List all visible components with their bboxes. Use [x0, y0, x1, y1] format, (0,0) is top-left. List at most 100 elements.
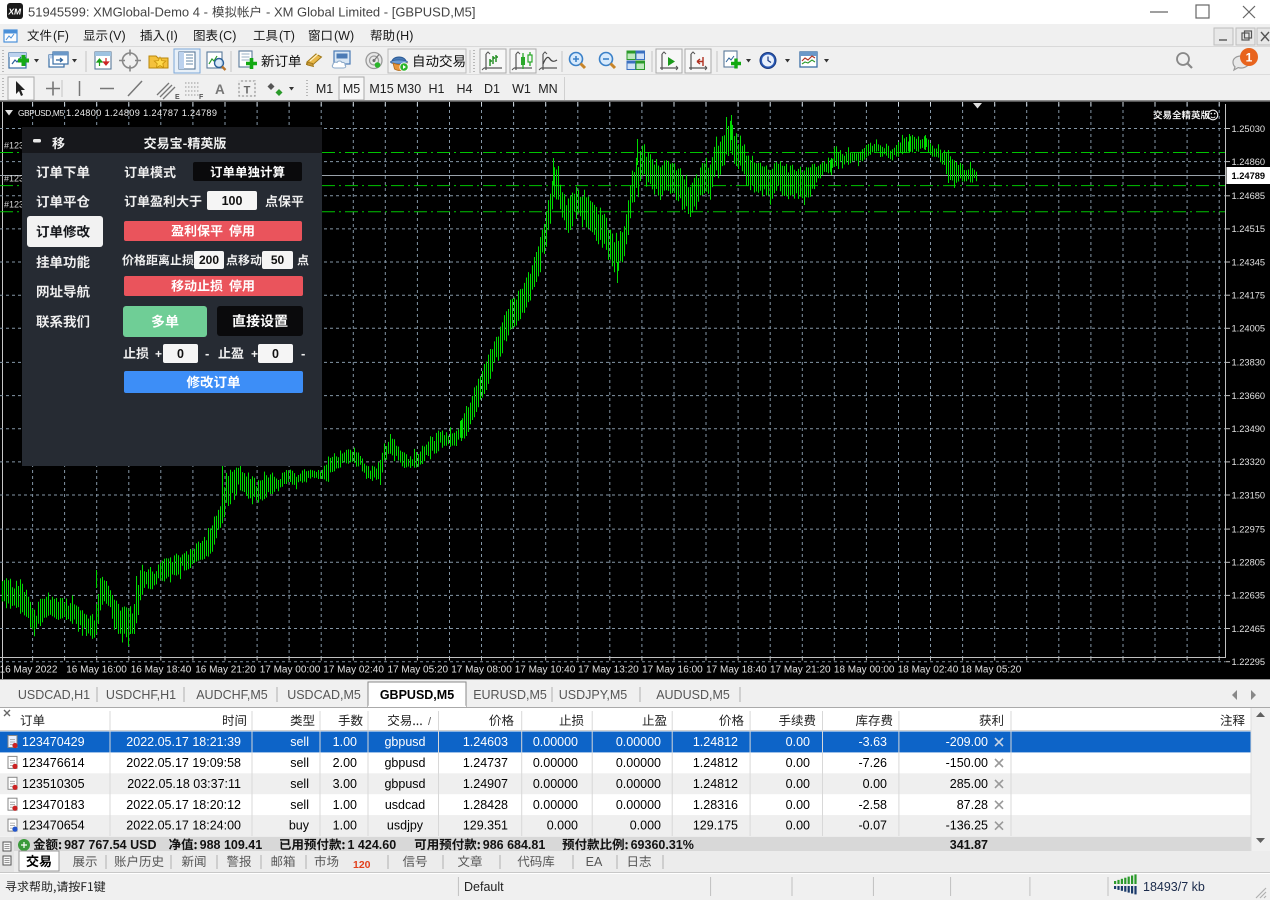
svg-text:M15: M15 — [369, 82, 393, 96]
svg-text:1.24175: 1.24175 — [1232, 291, 1266, 301]
svg-text:sell: sell — [290, 798, 309, 812]
svg-text:H1: H1 — [429, 82, 445, 96]
svg-text:1.24515: 1.24515 — [1232, 224, 1266, 234]
svg-text:(W): (W) — [334, 29, 354, 43]
svg-text:0.00000: 0.00000 — [533, 777, 578, 791]
svg-text:H4: H4 — [457, 82, 473, 96]
svg-text:1.00: 1.00 — [333, 798, 357, 812]
svg-text:1.28316: 1.28316 — [693, 798, 738, 812]
svg-text:1.22805: 1.22805 — [1232, 558, 1266, 568]
svg-text:GBPUSD,M5: GBPUSD,M5 — [380, 688, 454, 702]
svg-text:2022.05.17 18:20:12: 2022.05.17 18:20:12 — [126, 798, 241, 812]
svg-text:17 May 08:00: 17 May 08:00 — [451, 665, 512, 676]
svg-text:XM: XM — [8, 7, 22, 17]
svg-text:0: 0 — [272, 347, 279, 361]
svg-text:EA: EA — [586, 855, 603, 869]
svg-text:1.23830: 1.23830 — [1232, 358, 1266, 368]
svg-text:18 May 05:20: 18 May 05:20 — [961, 665, 1022, 676]
svg-text:0.00000: 0.00000 — [533, 798, 578, 812]
svg-text:1.22465: 1.22465 — [1232, 624, 1266, 634]
svg-text:0.00: 0.00 — [786, 756, 810, 770]
svg-text:-136.25: -136.25 — [946, 819, 988, 833]
svg-text:123470429: 123470429 — [22, 735, 85, 749]
svg-text:M1: M1 — [316, 82, 333, 96]
svg-text:18 May 00:00: 18 May 00:00 — [834, 665, 895, 676]
svg-text:3.00: 3.00 — [333, 777, 357, 791]
svg-text:usdjpy: usdjpy — [387, 819, 424, 833]
svg-text:AUDCHF,M5: AUDCHF,M5 — [196, 688, 268, 702]
svg-text:0.00000: 0.00000 — [616, 756, 661, 770]
svg-text:-0.07: -0.07 — [859, 819, 888, 833]
svg-text:gbpusd: gbpusd — [384, 756, 425, 770]
svg-text:1.00: 1.00 — [333, 819, 357, 833]
svg-text:0.00000: 0.00000 — [616, 798, 661, 812]
svg-text:(F): (F) — [53, 29, 69, 43]
svg-text:0.00: 0.00 — [786, 735, 810, 749]
svg-text:16 May 18:40: 16 May 18:40 — [131, 665, 192, 676]
svg-text:0.00000: 0.00000 — [533, 756, 578, 770]
svg-text:1 424.60: 1 424.60 — [347, 838, 396, 852]
svg-text:16 May 16:00: 16 May 16:00 — [66, 665, 127, 676]
svg-text:sell: sell — [290, 735, 309, 749]
svg-text:17 May 05:20: 17 May 05:20 — [387, 665, 448, 676]
svg-text:1.00: 1.00 — [333, 735, 357, 749]
svg-text:0: 0 — [177, 347, 184, 361]
svg-text:1.22295: 1.22295 — [1232, 657, 1266, 667]
svg-text:(V): (V) — [109, 29, 126, 43]
svg-text:-2.58: -2.58 — [859, 798, 888, 812]
svg-text:1.24603: 1.24603 — [463, 735, 508, 749]
svg-text:0.00: 0.00 — [786, 777, 810, 791]
svg-text:D1: D1 — [484, 82, 500, 96]
svg-text:1.24812: 1.24812 — [693, 735, 738, 749]
svg-text:(C): (C) — [219, 29, 236, 43]
svg-text:-: - — [301, 346, 305, 361]
svg-text:USDCAD,M5: USDCAD,M5 — [287, 688, 361, 702]
svg-text:123476614: 123476614 — [22, 756, 85, 770]
svg-text:17 May 02:40: 17 May 02:40 — [323, 665, 384, 676]
svg-text:87.28: 87.28 — [957, 798, 988, 812]
svg-text:-3.63: -3.63 — [859, 735, 888, 749]
svg-text:(H): (H) — [396, 29, 413, 43]
svg-text:+: + — [251, 347, 258, 361]
svg-text:AUDUSD,M5: AUDUSD,M5 — [656, 688, 730, 702]
svg-text:usdcad: usdcad — [385, 798, 425, 812]
svg-text:+: + — [155, 347, 162, 361]
svg-text:USDCHF,H1: USDCHF,H1 — [106, 688, 176, 702]
svg-text:0.000: 0.000 — [547, 819, 578, 833]
svg-text:50: 50 — [271, 253, 285, 267]
svg-text:2.00: 2.00 — [333, 756, 357, 770]
svg-text:0.00000: 0.00000 — [616, 777, 661, 791]
svg-text:gbpusd: gbpusd — [384, 777, 425, 791]
svg-text:16 May 21:20: 16 May 21:20 — [195, 665, 256, 676]
svg-text:123470183: 123470183 — [22, 798, 85, 812]
svg-text:1.22635: 1.22635 — [1232, 591, 1266, 601]
svg-text:MN: MN — [538, 82, 557, 96]
svg-text:sell: sell — [290, 777, 309, 791]
svg-text:1.23660: 1.23660 — [1232, 391, 1266, 401]
svg-text:Default: Default — [464, 880, 504, 894]
svg-text:69360.31%: 69360.31% — [631, 838, 694, 852]
svg-text:sell: sell — [290, 756, 309, 770]
svg-text:GBPUSD,M5: GBPUSD,M5 — [18, 108, 64, 118]
svg-text:120: 120 — [353, 859, 371, 871]
svg-text:1.28428: 1.28428 — [463, 798, 508, 812]
svg-text:17 May 13:20: 17 May 13:20 — [578, 665, 639, 676]
svg-text:M5: M5 — [343, 82, 360, 96]
svg-text:-7.26: -7.26 — [859, 756, 888, 770]
svg-text:17 May 10:40: 17 May 10:40 — [515, 665, 576, 676]
svg-text:1.24812: 1.24812 — [693, 756, 738, 770]
svg-text:2022.05.18 03:37:11: 2022.05.18 03:37:11 — [127, 777, 241, 791]
svg-text:1.24812: 1.24812 — [693, 777, 738, 791]
svg-text:-209.00: -209.00 — [946, 735, 988, 749]
svg-text:T: T — [244, 85, 251, 97]
svg-text:0.000: 0.000 — [630, 819, 661, 833]
svg-text:1: 1 — [1246, 51, 1253, 65]
svg-text:buy: buy — [289, 819, 310, 833]
svg-text:129.175: 129.175 — [693, 819, 738, 833]
svg-text:1.24737: 1.24737 — [463, 756, 508, 770]
svg-text:0.00: 0.00 — [786, 819, 810, 833]
svg-text:51945599: XMGlobal-Demo 4 -: 51945599: XMGlobal-Demo 4 - — [28, 5, 208, 20]
svg-text:200: 200 — [199, 253, 219, 267]
svg-text:123510305: 123510305 — [22, 777, 85, 791]
svg-text:E: E — [175, 94, 180, 101]
